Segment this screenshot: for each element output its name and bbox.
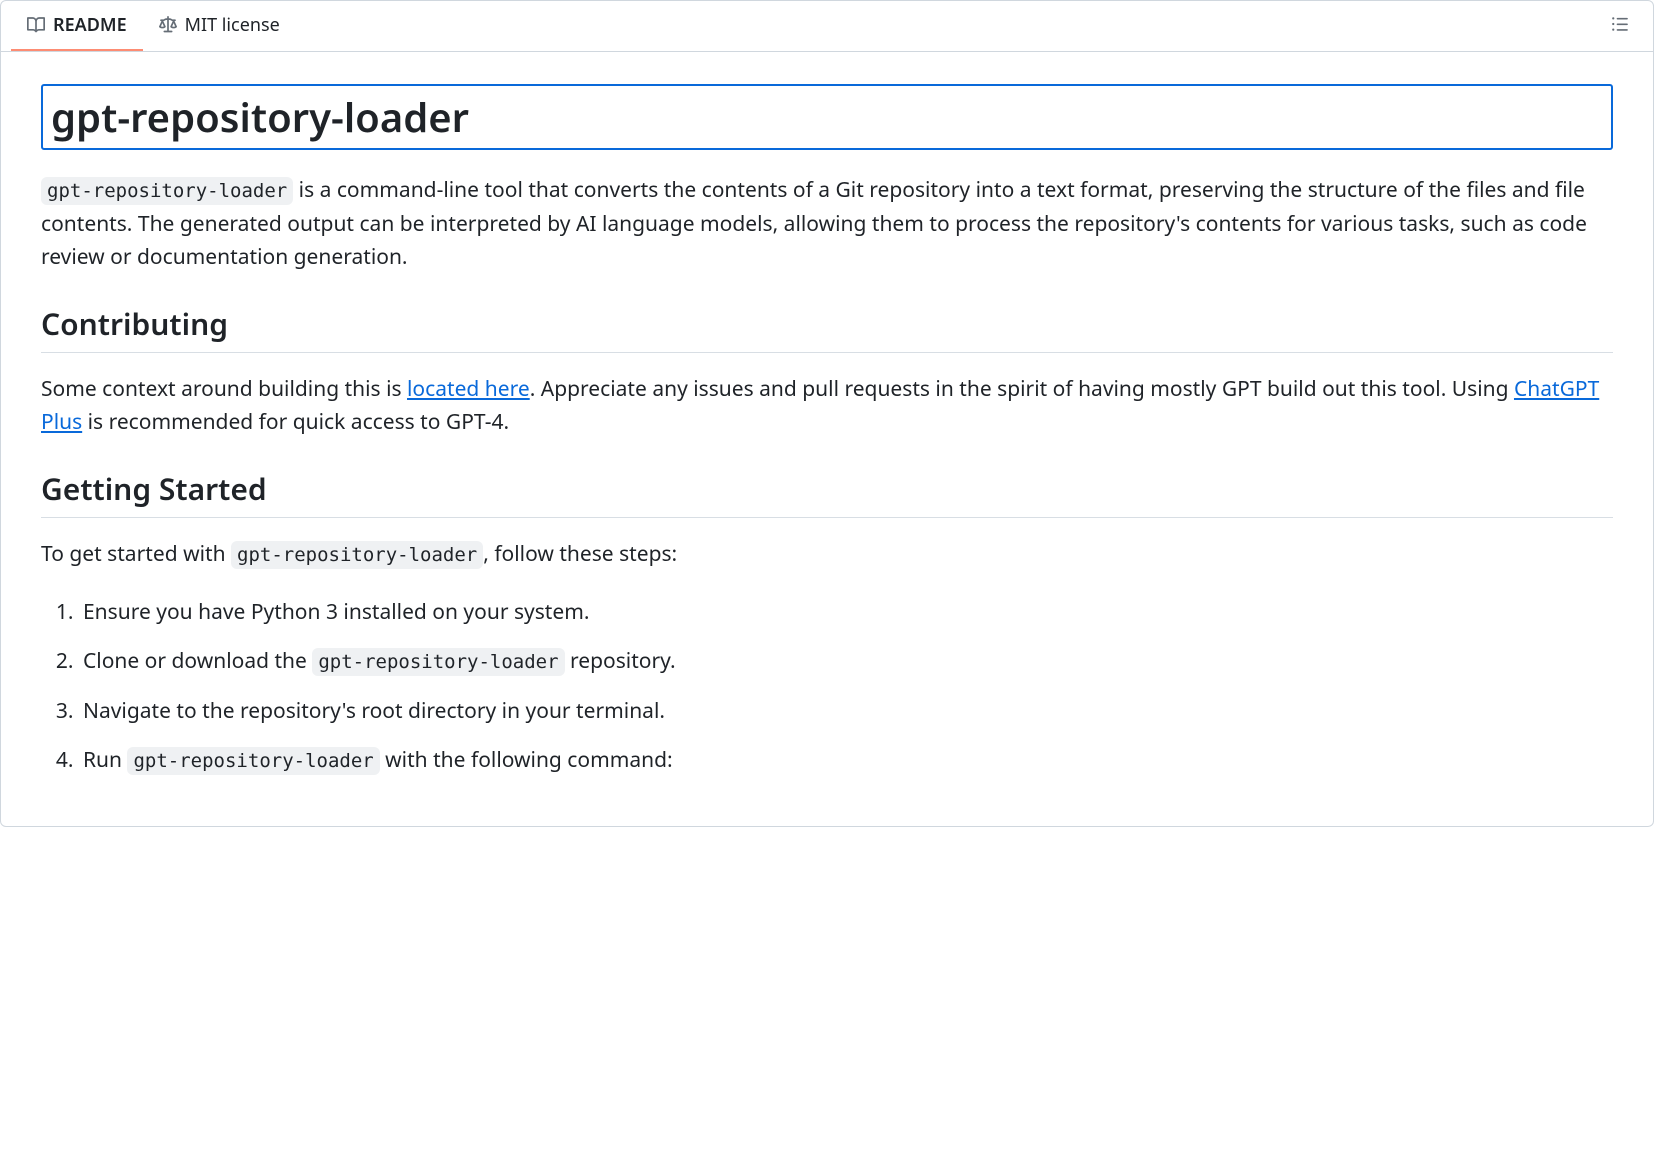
step-4-text-a: Run	[83, 746, 127, 774]
step-2-text-b: repository.	[565, 647, 676, 675]
tab-license-label: MIT license	[185, 13, 280, 37]
getting-started-intro: To get started with gpt-repository-loade…	[41, 538, 1613, 572]
tab-bar: README MIT license	[1, 1, 1653, 52]
step-3: Navigate to the repository's root direct…	[79, 695, 1613, 729]
intro-code: gpt-repository-loader	[41, 177, 293, 205]
contrib-text-b: . Appreciate any issues and pull request…	[530, 375, 1514, 403]
contributing-paragraph: Some context around building this is loc…	[41, 373, 1613, 440]
step-1-text: Ensure you have Python 3 installed on yo…	[83, 598, 589, 626]
step-4-code: gpt-repository-loader	[127, 747, 379, 775]
list-icon	[1611, 15, 1629, 38]
book-icon	[27, 16, 45, 34]
tab-license[interactable]: MIT license	[143, 1, 296, 51]
step-2: Clone or download the gpt-repository-loa…	[79, 645, 1613, 679]
steps-list: Ensure you have Python 3 installed on yo…	[41, 596, 1613, 778]
contrib-text-c: is recommended for quick access to GPT-4…	[82, 408, 509, 436]
toc-button[interactable]	[1603, 7, 1637, 46]
heading-getting-started: Getting Started	[41, 468, 1613, 518]
step-4-text-b: with the following command:	[380, 746, 673, 774]
step-2-text-a: Clone or download the	[83, 647, 312, 675]
intro-paragraph: gpt-repository-loader is a command-line …	[41, 174, 1613, 275]
tab-readme[interactable]: README	[11, 1, 143, 51]
step-4: Run gpt-repository-loader with the follo…	[79, 744, 1613, 778]
step-2-code: gpt-repository-loader	[312, 648, 564, 676]
tab-readme-label: README	[53, 13, 127, 37]
step-3-text: Navigate to the repository's root direct…	[83, 697, 665, 725]
readme-content: gpt-repository-loader gpt-repository-loa…	[1, 52, 1653, 826]
page-title[interactable]: gpt-repository-loader	[41, 84, 1613, 150]
gs-intro-a: To get started with	[41, 540, 231, 568]
gs-intro-code: gpt-repository-loader	[231, 541, 483, 569]
gs-intro-b: , follow these steps:	[483, 540, 677, 568]
law-icon	[159, 16, 177, 34]
contrib-text-a: Some context around building this is	[41, 375, 407, 403]
readme-panel: README MIT license gpt-repository-loader…	[0, 0, 1654, 827]
step-1: Ensure you have Python 3 installed on yo…	[79, 596, 1613, 630]
link-located-here[interactable]: located here	[407, 375, 530, 403]
heading-contributing: Contributing	[41, 303, 1613, 353]
